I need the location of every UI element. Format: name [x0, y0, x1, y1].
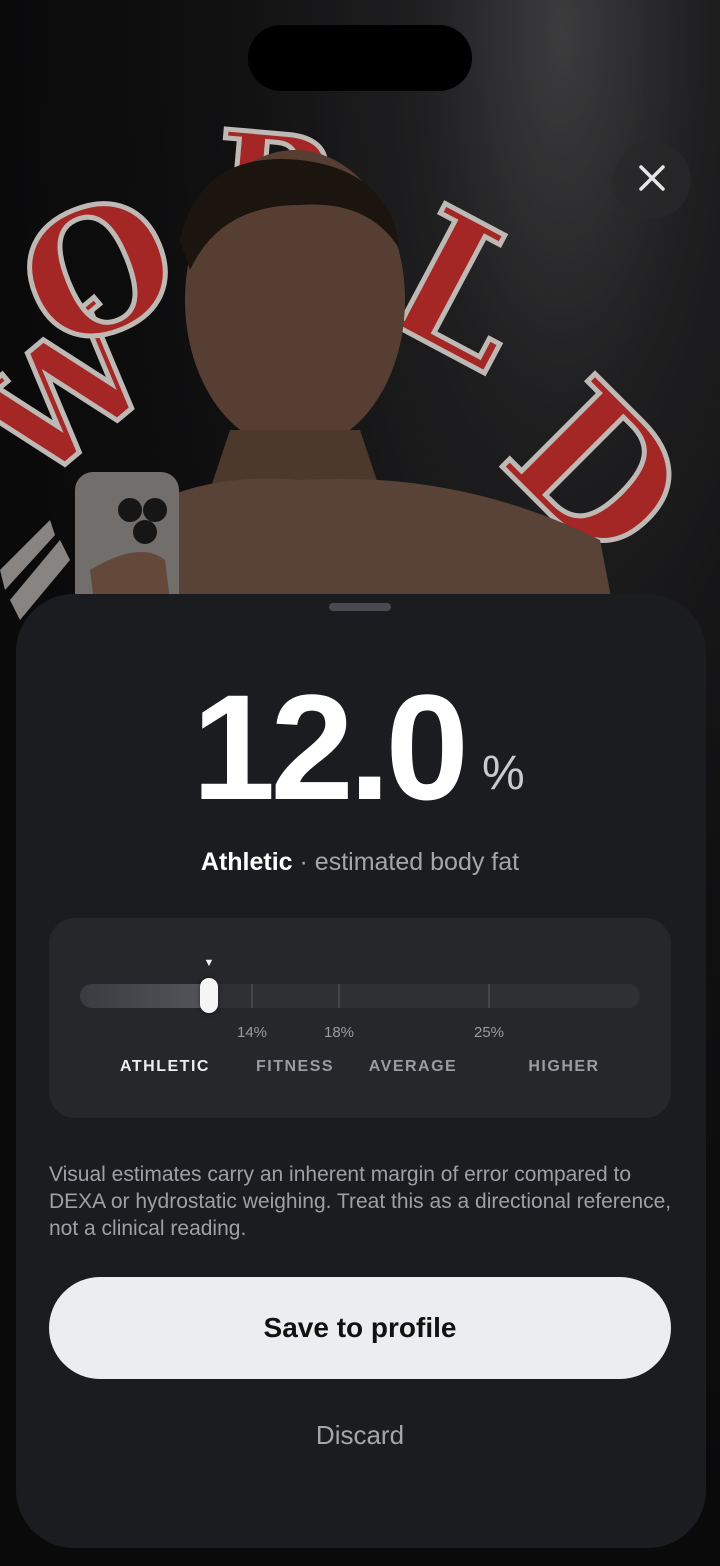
- range-thumb: [200, 978, 218, 1013]
- position-marker-icon: ▼: [203, 957, 215, 969]
- discard-button[interactable]: Discard: [260, 1412, 460, 1458]
- body-fat-unit: %: [482, 747, 525, 800]
- body-fat-number: 12.0: [192, 663, 469, 831]
- sheet-grabber[interactable]: [329, 603, 391, 611]
- zone-label-higher: HIGHER: [528, 1058, 600, 1075]
- range-track: [80, 984, 640, 1008]
- range-tick: [338, 984, 340, 1008]
- close-button[interactable]: [613, 141, 691, 219]
- tick-label: 14%: [236, 1024, 268, 1041]
- category-label: Athletic: [200, 848, 293, 876]
- disclaimer-text: Visual estimates carry an inherent margi…: [49, 1163, 672, 1240]
- zone-label-fitness: FITNESS: [255, 1058, 335, 1075]
- tick-label: 25%: [473, 1024, 505, 1041]
- range-tick: [488, 984, 490, 1008]
- range-tick: [251, 984, 253, 1008]
- dynamic-island: [248, 25, 472, 91]
- body-fat-value: 12.0 %: [0, 672, 720, 822]
- close-icon: [637, 163, 667, 198]
- descriptor-label: · estimated body fat: [299, 848, 520, 876]
- tick-label: 18%: [323, 1024, 355, 1041]
- save-to-profile-button[interactable]: Save to profile: [49, 1277, 671, 1379]
- zone-label-athletic: ATHLETIC: [120, 1058, 210, 1075]
- range-card: [49, 918, 671, 1118]
- zone-label-average: AVERAGE: [368, 1058, 458, 1075]
- range-track-fill: [80, 984, 209, 1008]
- result-subtitle: Athletic · estimated body fat: [0, 846, 720, 878]
